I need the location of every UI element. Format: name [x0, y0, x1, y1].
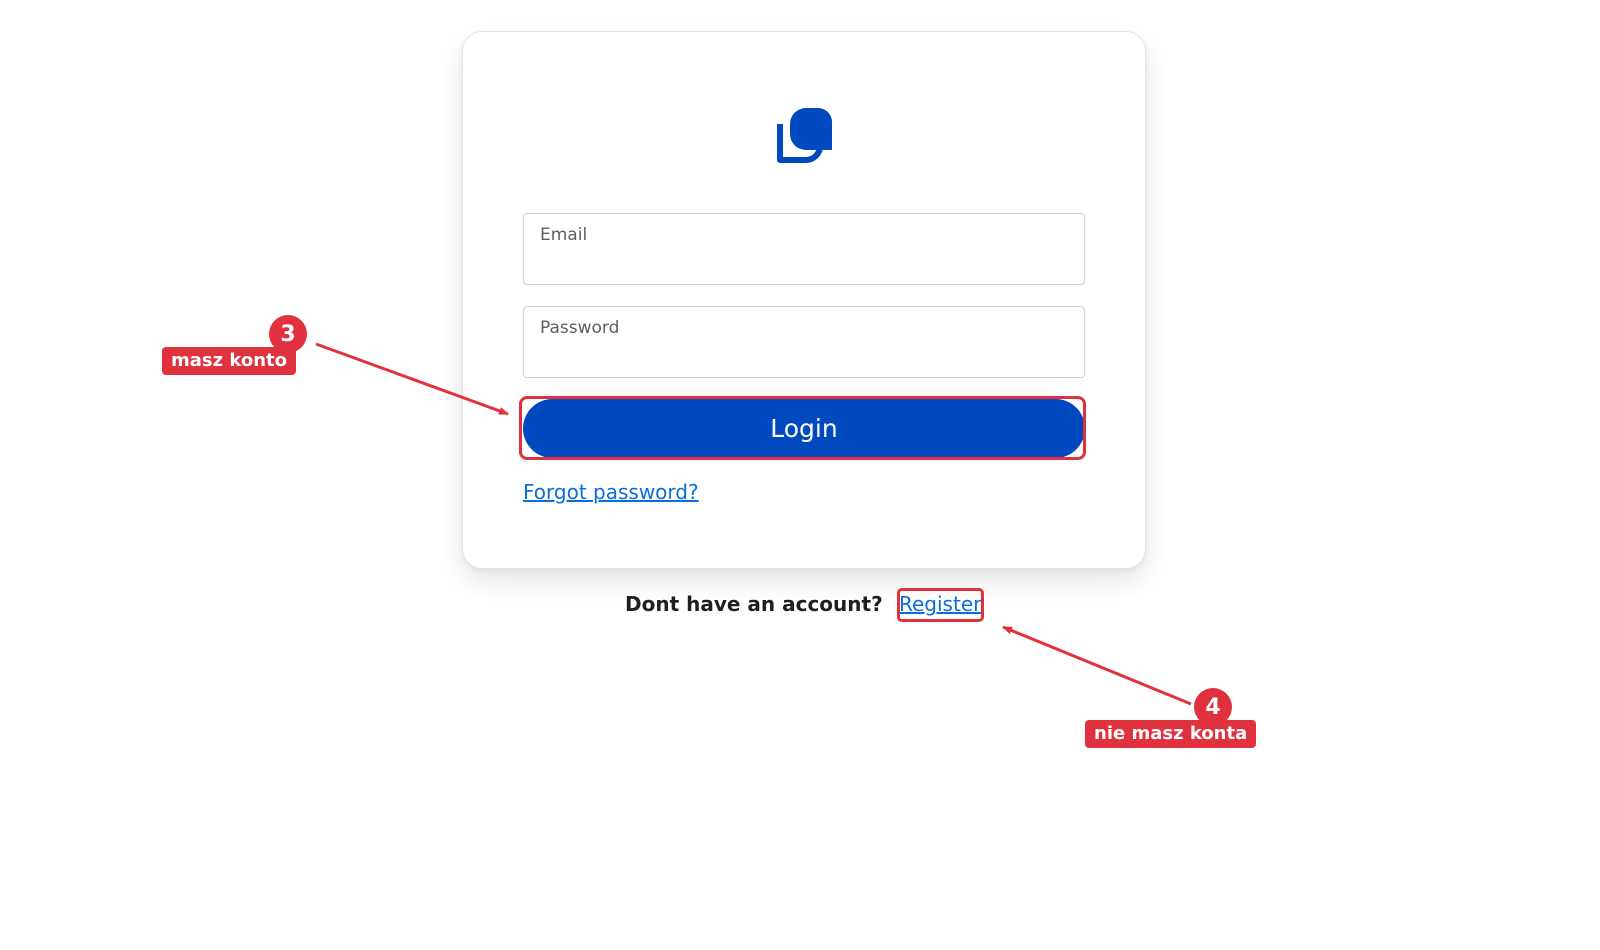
- annotation-label-3: masz konto: [162, 347, 296, 375]
- login-annotation-highlight: [519, 396, 1086, 460]
- email-field[interactable]: Email: [523, 213, 1085, 285]
- email-label: Email: [540, 225, 588, 245]
- login-page: Email Password Login Forgot password? Do…: [0, 0, 1600, 950]
- no-account-text: Dont have an account?: [625, 592, 883, 616]
- email-input[interactable]: [539, 250, 1069, 276]
- chat-bubbles-logo: [777, 108, 832, 163]
- annotation-label-4: nie masz konta: [1085, 720, 1257, 748]
- forgot-password-link[interactable]: Forgot password?: [523, 480, 699, 504]
- register-annotation-highlight: [897, 588, 984, 622]
- password-field[interactable]: Password: [523, 306, 1085, 378]
- annotation-arrow-4: [1002, 625, 1192, 706]
- password-label: Password: [540, 318, 620, 338]
- password-input[interactable]: [539, 343, 1069, 369]
